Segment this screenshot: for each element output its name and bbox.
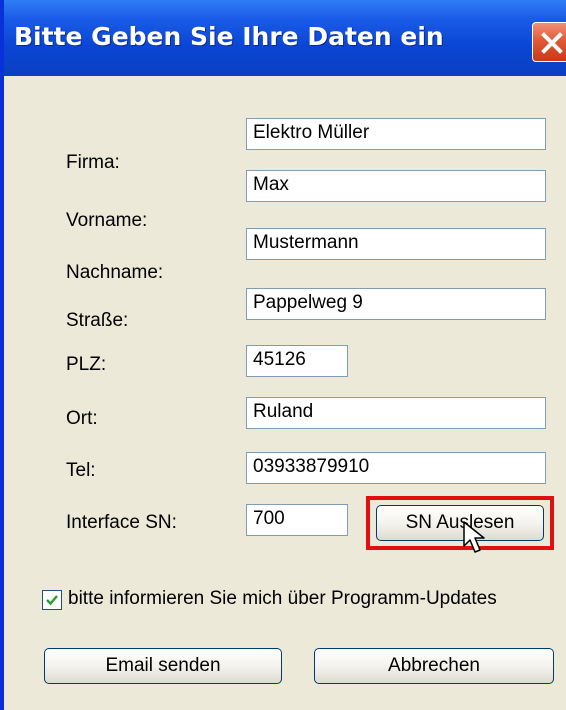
ort-label: Ort: [66,408,98,429]
email-senden-button[interactable]: Email senden [44,648,282,684]
plz-label: PLZ: [66,354,107,375]
firma-input[interactable]: Elektro Müller [246,118,546,150]
updates-checkbox-label[interactable]: bitte informieren Sie mich über Programm… [68,588,497,610]
updates-checkbox[interactable] [42,590,62,610]
abbrechen-button[interactable]: Abbrechen [314,648,554,684]
nachname-input[interactable]: Mustermann [246,228,546,260]
interface-sn-input[interactable]: 700 [246,504,348,536]
interface-sn-label: Interface SN: [66,512,177,533]
vorname-label: Vorname: [66,210,148,231]
title-bar[interactable]: Bitte Geben Sie Ihre Daten ein [4,0,566,76]
ort-input[interactable]: Ruland [246,397,546,429]
strasse-input[interactable]: Pappelweg 9 [246,288,546,320]
tel-label: Tel: [66,460,96,481]
highlight-box [366,496,554,550]
vorname-input[interactable]: Max [246,170,546,202]
close-icon [541,32,563,54]
plz-input[interactable]: 45126 [246,345,348,377]
mouse-pointer-icon [463,521,485,553]
dialog-window: Bitte Geben Sie Ihre Daten ein Firma: El… [0,0,566,710]
nachname-label: Nachname: [66,262,164,283]
close-button[interactable] [532,22,566,62]
checkmark-icon [46,595,58,606]
tel-input[interactable]: 03933879910 [246,452,546,484]
window-title: Bitte Geben Sie Ihre Daten ein [14,22,444,51]
strasse-label: Straße: [66,310,129,331]
firma-label: Firma: [66,152,120,173]
